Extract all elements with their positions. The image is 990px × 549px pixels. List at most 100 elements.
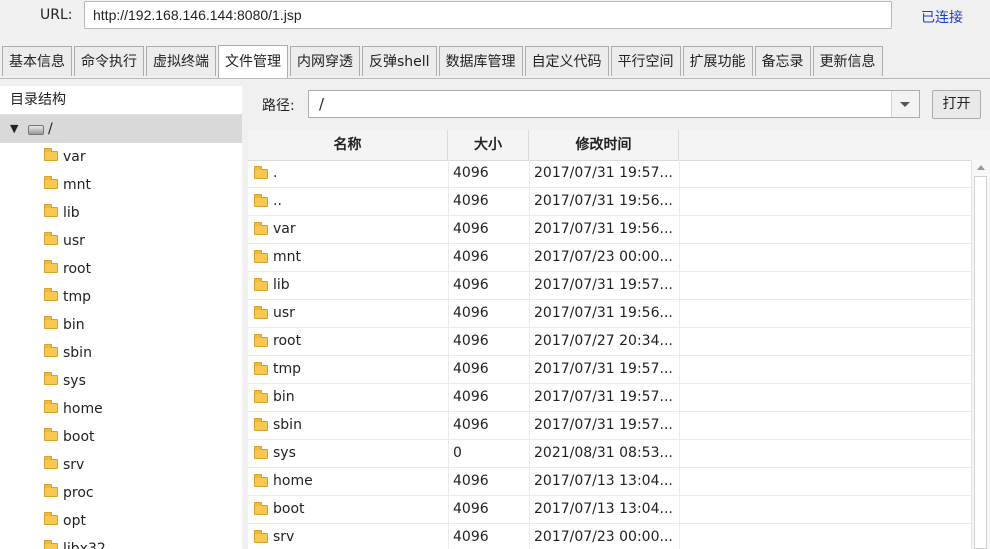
cell-mtime: 2017/07/31 19:56... (534, 305, 673, 321)
tab-3[interactable]: 文件管理 (218, 45, 288, 78)
cell-name: lib (248, 272, 448, 299)
tree-item-label: boot (63, 429, 95, 445)
table-body: . 4096 2017/07/31 19:57..... 4096 2017/07/31… (248, 160, 990, 549)
tree-item[interactable]: lib (0, 199, 242, 227)
url-input[interactable]: http://192.168.146.144:8080/1.jsp (84, 1, 892, 29)
tab-2[interactable]: 虚拟终端 (146, 46, 216, 76)
tab-8[interactable]: 平行空间 (610, 46, 681, 76)
folder-icon (254, 530, 268, 543)
table-row[interactable]: sbin 4096 2017/07/31 19:57... (248, 412, 990, 440)
cell-size: 4096 (453, 193, 489, 209)
file-name: home (273, 473, 313, 489)
tree-item[interactable]: root (0, 255, 242, 283)
scroll-thumb[interactable] (974, 176, 987, 549)
tree-item-label: home (63, 401, 103, 417)
table-row[interactable]: . 4096 2017/07/31 19:57... (248, 160, 990, 188)
table-row[interactable]: bin 4096 2017/07/31 19:57... (248, 384, 990, 412)
path-value: / (319, 95, 325, 113)
tree-root-node[interactable]: ▼ / (0, 115, 242, 143)
file-name: root (273, 333, 302, 349)
tab-10[interactable]: 备忘录 (754, 46, 811, 76)
folder-icon (44, 428, 58, 441)
folder-icon (254, 390, 268, 403)
url-label: URL: (40, 7, 73, 23)
file-name: mnt (273, 249, 301, 265)
cell-mtime: 2017/07/31 19:57... (534, 389, 673, 405)
vertical-scrollbar[interactable] (971, 160, 990, 549)
table-row[interactable]: var 4096 2017/07/31 19:56... (248, 216, 990, 244)
column-header-mtime[interactable]: 修改时间 (529, 130, 679, 160)
tab-5[interactable]: 反弹shell (362, 46, 437, 76)
tree-item[interactable]: sbin (0, 339, 242, 367)
tree-item[interactable]: sys (0, 367, 242, 395)
folder-icon (44, 204, 58, 217)
tree-item[interactable]: tmp (0, 283, 242, 311)
tree-item-label: sbin (63, 345, 92, 361)
tab-4[interactable]: 内网穿透 (290, 46, 360, 76)
tree-item[interactable]: srv (0, 451, 242, 479)
tree-item[interactable]: usr (0, 227, 242, 255)
tree-item[interactable]: mnt (0, 171, 242, 199)
url-bar: URL: http://192.168.146.144:8080/1.jsp 已… (0, 0, 990, 34)
file-name: sbin (273, 417, 302, 433)
tree-item-label: libx32 (63, 541, 106, 549)
table-row[interactable]: mnt 4096 2017/07/23 00:00... (248, 244, 990, 272)
path-label: 路径: (262, 98, 295, 114)
file-name: sys (273, 445, 296, 461)
table-row[interactable]: home 4096 2017/07/13 13:04... (248, 468, 990, 496)
open-button[interactable]: 打开 (932, 90, 981, 119)
tree-item[interactable]: boot (0, 423, 242, 451)
folder-icon (254, 418, 268, 431)
folder-icon (44, 176, 58, 189)
tab-1[interactable]: 命令执行 (74, 46, 144, 76)
folder-icon (44, 372, 58, 385)
tab-0[interactable]: 基本信息 (2, 46, 72, 76)
cell-mtime: 2017/07/31 19:57... (534, 277, 673, 293)
cell-size: 4096 (453, 277, 489, 293)
scroll-up-icon[interactable] (977, 165, 985, 170)
cell-name: home (248, 468, 448, 495)
cell-name: root (248, 328, 448, 355)
cell-size: 4096 (453, 389, 489, 405)
tab-6[interactable]: 数据库管理 (438, 46, 523, 76)
cell-mtime: 2017/07/13 13:04... (534, 501, 673, 517)
tree-item[interactable]: var (0, 143, 242, 171)
cell-mtime: 2017/07/31 19:56... (534, 221, 673, 237)
cell-size: 4096 (453, 249, 489, 265)
tree-item[interactable]: proc (0, 479, 242, 507)
table-row[interactable]: usr 4096 2017/07/31 19:56... (248, 300, 990, 328)
tree-item[interactable]: libx32 (0, 535, 242, 549)
tree-item[interactable]: opt (0, 507, 242, 535)
table-row[interactable]: sys 0 2021/08/31 08:53... (248, 440, 990, 468)
folder-icon (254, 446, 268, 459)
table-row[interactable]: boot 4096 2017/07/13 13:04... (248, 496, 990, 524)
table-row[interactable]: root 4096 2017/07/27 20:34... (248, 328, 990, 356)
table-row[interactable]: .. 4096 2017/07/31 19:56... (248, 188, 990, 216)
dropdown-arrow-icon[interactable] (891, 91, 919, 117)
column-header-size[interactable]: 大小 (448, 130, 529, 160)
table-row[interactable]: tmp 4096 2017/07/31 19:57... (248, 356, 990, 384)
cell-name: mnt (248, 244, 448, 271)
connection-status-link[interactable]: 已连接 (921, 7, 963, 27)
tab-11[interactable]: 更新信息 (812, 46, 883, 76)
file-name: srv (273, 529, 295, 545)
cell-size: 4096 (453, 529, 489, 545)
column-header-name[interactable]: 名称 (248, 130, 448, 160)
tree-item[interactable]: home (0, 395, 242, 423)
table-row[interactable]: srv 4096 2017/07/23 00:00... (248, 524, 990, 549)
table-row[interactable]: lib 4096 2017/07/31 19:57... (248, 272, 990, 300)
cell-size: 4096 (453, 221, 489, 237)
tab-9[interactable]: 扩展功能 (682, 46, 753, 76)
cell-mtime: 2017/07/31 19:57... (534, 417, 673, 433)
file-name: usr (273, 305, 295, 321)
tree-item[interactable]: bin (0, 311, 242, 339)
folder-icon (44, 456, 58, 469)
tree-item-label: tmp (63, 289, 92, 305)
expand-arrow-icon[interactable]: ▼ (10, 115, 18, 143)
tree-item-label: var (63, 149, 86, 165)
cell-name: sys (248, 440, 448, 467)
tab-7[interactable]: 自定义代码 (524, 46, 609, 76)
cell-mtime: 2021/08/31 08:53... (534, 445, 673, 461)
cell-name: boot (248, 496, 448, 523)
path-combobox[interactable]: / (308, 90, 920, 118)
